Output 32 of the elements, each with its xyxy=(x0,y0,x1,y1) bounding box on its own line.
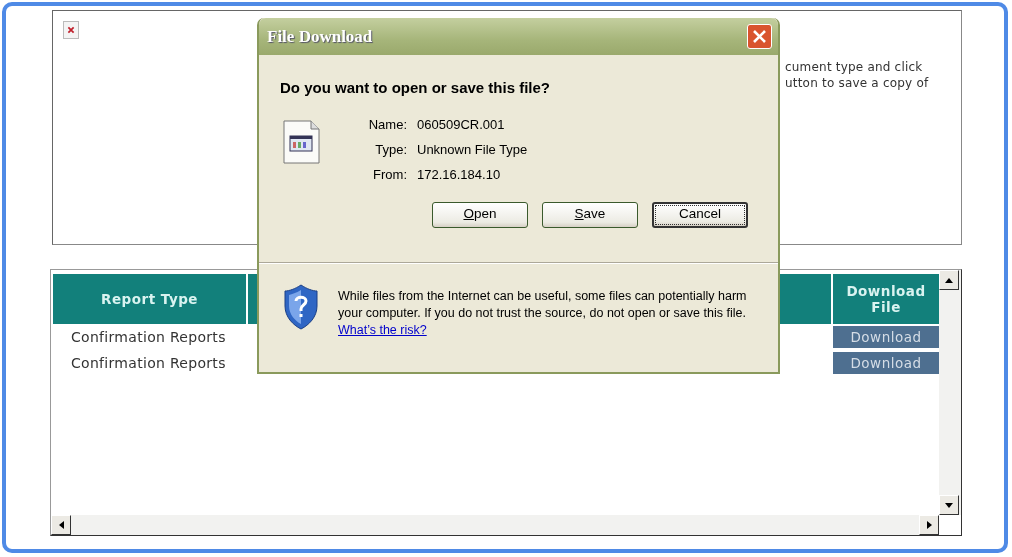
download-button[interactable]: Download xyxy=(833,326,939,348)
horizontal-scrollbar[interactable] xyxy=(51,515,939,535)
column-header: Report Type xyxy=(53,274,246,324)
security-warning: While files from the Internet can be useful, some files can potentially harm your computer. If you do not trust the source, do not open or save this file. What’s the risk? xyxy=(338,287,748,339)
close-icon xyxy=(752,29,767,44)
field-value: Unknown File Type xyxy=(417,140,528,159)
field-value: 060509CR.001 xyxy=(417,115,505,134)
instruction-text: cument type and click xyxy=(785,59,924,75)
download-button[interactable]: Download xyxy=(833,352,939,374)
table-cell-text: Confirmation Reports xyxy=(70,353,227,373)
field-label: Name: xyxy=(367,115,408,134)
dialog-button[interactable]: Cancel xyxy=(652,201,748,228)
dialog-button[interactable]: Save xyxy=(542,201,638,228)
column-header: Download File xyxy=(833,274,939,324)
broken-image-icon xyxy=(63,21,79,39)
file-icon xyxy=(283,119,320,164)
scroll-left-icon[interactable] xyxy=(58,521,64,529)
close-button[interactable] xyxy=(747,24,772,49)
field-label: Type: xyxy=(374,140,408,159)
field-label: From: xyxy=(372,165,408,184)
dialog-question: Do you want to open or save this file? xyxy=(280,78,552,98)
dialog-title: File Download xyxy=(267,25,373,48)
field-value: 172.16.184.10 xyxy=(417,165,501,184)
risk-link[interactable]: What’s the risk? xyxy=(338,322,427,337)
security-shield-icon xyxy=(283,283,319,330)
scroll-right-icon[interactable] xyxy=(926,521,932,529)
dialog-button[interactable]: Open xyxy=(432,201,528,228)
vertical-scrollbar[interactable] xyxy=(939,270,961,515)
instruction-text: utton to save a copy of xyxy=(785,75,930,91)
table-cell-text: Confirmation Reports xyxy=(70,327,227,347)
scroll-up-icon[interactable] xyxy=(945,277,953,283)
scroll-down-icon[interactable] xyxy=(945,502,953,508)
